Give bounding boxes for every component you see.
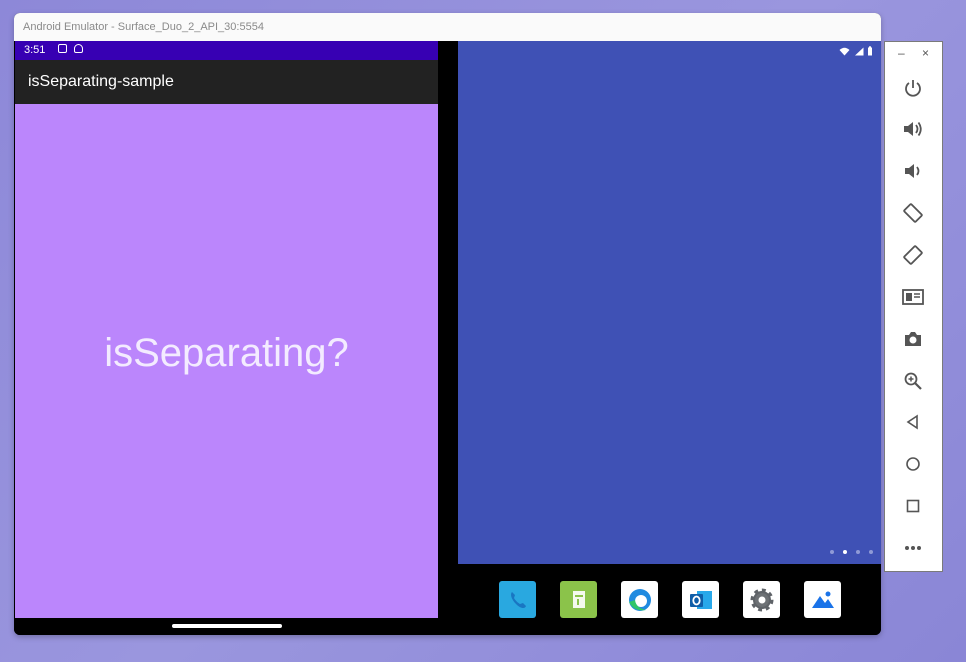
power-button[interactable] — [899, 74, 927, 102]
overview-button[interactable] — [899, 492, 927, 520]
notification-a-icon — [58, 44, 67, 53]
volume-down-icon — [905, 164, 920, 178]
rotate-left-icon — [903, 203, 923, 223]
edge-app-icon[interactable] — [621, 581, 658, 618]
rotate-right-button[interactable] — [899, 241, 927, 269]
left-screen: 3:51 isSeparating-sample isSeparating? — [15, 41, 438, 618]
dock — [458, 564, 881, 618]
camera-button[interactable] — [899, 325, 927, 353]
camera-icon — [905, 332, 921, 346]
window-title: Android Emulator - Surface_Duo_2_API_30:… — [14, 13, 881, 41]
messages-app-icon[interactable] — [560, 581, 597, 618]
navigation-bar — [14, 618, 881, 635]
page-dot — [855, 550, 860, 554]
right-status-bar — [839, 44, 873, 57]
outlook-app-icon[interactable] — [682, 581, 719, 618]
battery-icon — [868, 46, 872, 56]
page-dot-active — [842, 550, 847, 554]
page-dot — [869, 550, 873, 554]
phone-app-icon[interactable] — [499, 581, 536, 618]
more-icon — [905, 546, 921, 550]
signal-icon — [854, 47, 863, 55]
power-icon — [905, 80, 921, 97]
home-icon — [906, 457, 920, 471]
home-gesture-bar[interactable] — [172, 624, 282, 628]
rotate-right-icon — [903, 245, 923, 265]
emulator-toolbar: – × — [884, 41, 943, 572]
status-bar: 3:51 — [15, 41, 438, 60]
back-icon — [906, 414, 918, 430]
status-time: 3:51 — [24, 44, 46, 56]
more-button[interactable] — [899, 534, 927, 562]
fold-button[interactable] — [899, 283, 927, 311]
overview-icon — [906, 499, 920, 513]
is-separating-text: isSeparating? — [104, 331, 349, 375]
zoom-icon — [904, 372, 922, 390]
notification-android-icon — [74, 44, 83, 53]
home-button[interactable] — [899, 450, 927, 478]
volume-up-button[interactable] — [899, 115, 927, 143]
page-dot — [829, 550, 834, 554]
emulator-window: Android Emulator - Surface_Duo_2_API_30:… — [14, 13, 881, 635]
rotate-left-button[interactable] — [899, 199, 927, 227]
photos-app-icon[interactable] — [804, 581, 841, 618]
volume-up-icon — [904, 121, 922, 137]
back-button[interactable] — [899, 408, 927, 436]
minimize-button[interactable]: – — [898, 46, 905, 60]
wifi-icon — [839, 47, 850, 55]
settings-app-icon[interactable] — [743, 581, 780, 618]
app-bar-title: isSeparating-sample — [15, 60, 438, 104]
close-button[interactable]: × — [922, 46, 929, 60]
volume-down-button[interactable] — [899, 157, 927, 185]
right-screen-home[interactable] — [458, 41, 881, 564]
fold-icon — [902, 289, 924, 305]
page-indicator — [826, 539, 873, 558]
zoom-button[interactable] — [899, 367, 927, 395]
